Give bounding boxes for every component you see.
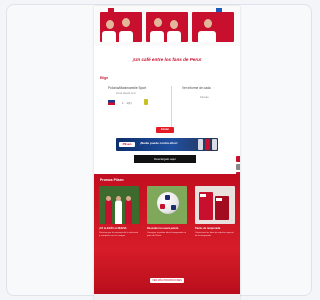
- promo-image-1[interactable]: [99, 186, 139, 224]
- beer-can-icon: [198, 139, 203, 150]
- promo-section: Promos Pilsen ¡YA LLEGÓ LA NUEVA Partici…: [94, 174, 240, 300]
- home-team-name: Polonia/Maximumble Sport: [108, 86, 147, 90]
- promo-title-2: Descubre la nueva pelota: [147, 227, 179, 230]
- beer-can-icon: [205, 139, 210, 150]
- promo-body-1: Participa por la camiseta de la selecció…: [99, 232, 139, 237]
- hero-image-1[interactable]: [100, 12, 142, 42]
- soccer-ball-icon: [157, 192, 179, 214]
- page-headline: ¡Un café entre los fans de Peru!: [132, 57, 202, 62]
- side-tab[interactable]: [236, 156, 240, 162]
- banner-text: ¡Nadie puede contra ellos!: [140, 141, 178, 145]
- beer-can-icon: [212, 139, 217, 150]
- home-flag-icon: [108, 100, 115, 105]
- match-prediction: Polonia/Maximumble Sport Anna Heyde Linz…: [100, 82, 234, 130]
- hero-strip: [94, 6, 240, 46]
- download-bar[interactable]: Descárgalo aquí: [134, 155, 196, 163]
- beer-banner[interactable]: Pilsen ¡Nadie puede contra ellos!: [116, 138, 218, 151]
- promo-title-3: Packs de temporada: [195, 227, 221, 230]
- pilsen-logo: Pilsen: [119, 142, 135, 147]
- promo-image-2[interactable]: [147, 186, 187, 224]
- home-team-sub: Anna Heyde Linz: [116, 92, 136, 95]
- promo-section-title: Promos Pilsen: [100, 178, 124, 182]
- more-promos-button[interactable]: VER MÁS PROMOCIONES: [150, 278, 184, 283]
- hero-image-3[interactable]: [192, 12, 234, 42]
- away-team-sub: Kansas: [200, 96, 209, 99]
- web-page-preview: ¡Un café entre los fans de Peru! Elige P…: [94, 6, 240, 300]
- score-input[interactable]: 1 · 1(1): [122, 101, 132, 105]
- footer-band: [94, 294, 240, 300]
- away-team-name: Ver informe de cada: [182, 86, 211, 90]
- side-tab[interactable]: [236, 164, 240, 170]
- submit-button[interactable]: Enviar: [156, 127, 174, 133]
- promo-body-3: Colecciona las latas de edición especial…: [195, 232, 234, 237]
- promo-title-1: ¡YA LLEGÓ LA NUEVA: [99, 227, 127, 230]
- divider: [171, 86, 172, 128]
- hero-image-2[interactable]: [146, 12, 188, 42]
- promo-body-2: Consigue tu pelota oficial comprando un …: [147, 232, 187, 237]
- team-badge-icon: [144, 99, 148, 105]
- prediction-title: Elige: [100, 76, 109, 80]
- promo-image-3[interactable]: [195, 186, 235, 224]
